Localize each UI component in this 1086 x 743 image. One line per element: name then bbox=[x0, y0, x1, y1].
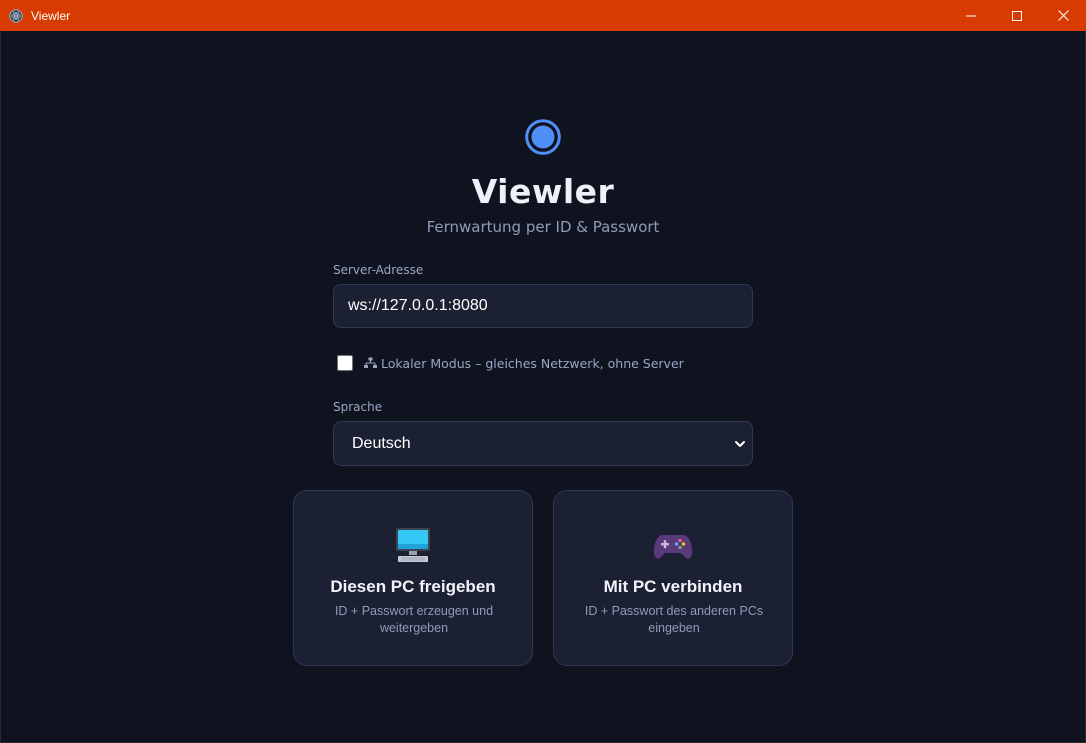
title-bar[interactable]: Viewler bbox=[0, 0, 1086, 31]
minimize-button[interactable] bbox=[948, 0, 994, 31]
local-mode-label-wrap: Lokaler Modus – gleiches Netzwerk, ohne … bbox=[364, 356, 684, 371]
language-selected-value: Deutsch bbox=[352, 434, 411, 452]
window-controls bbox=[948, 0, 1086, 31]
language-select[interactable]: Deutsch bbox=[333, 421, 753, 466]
connect-pc-card[interactable]: Mit PC verbinden ID + Passwort des ander… bbox=[553, 490, 793, 666]
card-icon-wrap bbox=[554, 525, 792, 565]
connect-pc-description: ID + Passwort des anderen PCs eingeben bbox=[584, 604, 764, 635]
close-icon bbox=[1057, 10, 1069, 21]
server-address-label: Server-Adresse bbox=[333, 263, 424, 277]
network-icon bbox=[364, 357, 377, 368]
card-icon-wrap bbox=[294, 525, 532, 565]
connect-pc-title: Mit PC verbinden bbox=[603, 577, 743, 596]
desktop-computer-icon bbox=[396, 528, 430, 562]
chevron-down-icon bbox=[735, 441, 745, 447]
local-mode-checkbox[interactable] bbox=[337, 355, 353, 371]
radio-circle-icon bbox=[525, 119, 561, 155]
language-label: Sprache bbox=[333, 400, 383, 414]
app-title: Viewler bbox=[471, 172, 615, 211]
share-pc-title: Diesen PC freigeben bbox=[330, 577, 496, 596]
maximize-button[interactable] bbox=[994, 0, 1040, 31]
app-subtitle: Fernwartung per ID & Passwort bbox=[426, 218, 660, 236]
game-controller-icon bbox=[653, 535, 693, 559]
server-address-input[interactable] bbox=[333, 284, 753, 328]
app-icon bbox=[8, 8, 24, 24]
share-pc-description: ID + Passwort erzeugen und weitergeben bbox=[334, 604, 494, 635]
maximize-icon bbox=[1012, 10, 1022, 21]
minimize-icon bbox=[966, 15, 976, 16]
share-pc-card[interactable]: Diesen PC freigeben ID + Passwort erzeug… bbox=[293, 490, 533, 666]
close-button[interactable] bbox=[1040, 0, 1086, 31]
local-mode-label: Lokaler Modus – gleiches Netzwerk, ohne … bbox=[381, 355, 684, 371]
local-mode-option[interactable]: Lokaler Modus – gleiches Netzwerk, ohne … bbox=[337, 354, 684, 372]
window-title: Viewler bbox=[31, 8, 71, 23]
